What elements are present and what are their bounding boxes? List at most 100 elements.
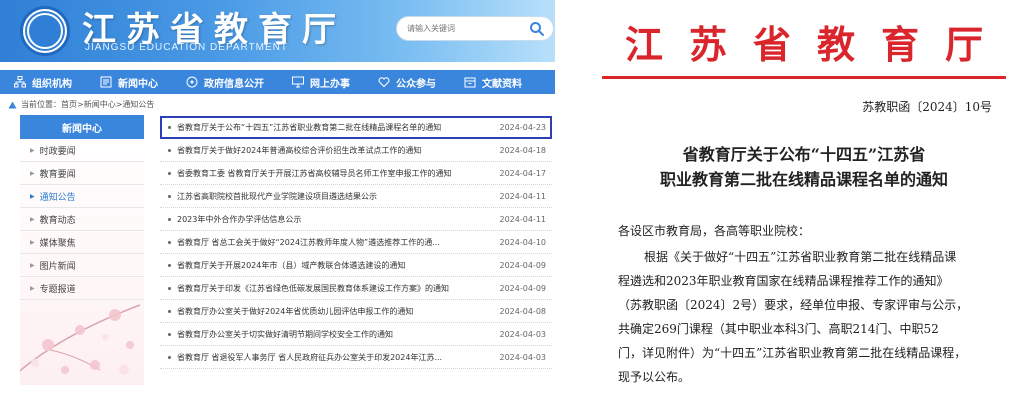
body-line: 共确定269门课程（其中职业本科3门、高职214门、中职52 (618, 322, 939, 336)
nav-label: 政府信息公开 (204, 78, 264, 90)
breadcrumb-text[interactable]: 当前位置：首页>新闻中心>通知公告 (21, 99, 154, 110)
news-title[interactable]: 省教育厅 省总工会关于做好“2024江苏教师年度人物”遴选推荐工作的通... (177, 237, 492, 248)
heading-line: 省教育厅关于公布“十四五”江苏省 (682, 145, 926, 164)
news-title[interactable]: 省教育厅关于做好2024年普通高校综合评价招生改革试点工作的通知 (177, 145, 492, 156)
list-item[interactable]: 省教育厅关于做好2024年普通高校综合评价招生改革试点工作的通知 2024-04-… (160, 139, 552, 162)
red-divider (602, 76, 1006, 79)
breadcrumb: 当前位置：首页>新闻中心>通知公告 (8, 99, 154, 110)
chevron-right-icon: ▶ (30, 215, 35, 223)
site-header: 江苏省教育厅 JIANGSU EDUCATION DEPARTMENT (0, 0, 555, 62)
sidebar-item-label: 教育要闻 (39, 169, 76, 180)
news-date: 2024-04-17 (499, 168, 547, 178)
news-date: 2024-04-03 (499, 352, 547, 362)
nav-label: 网上办事 (310, 78, 350, 90)
news-title[interactable]: 省教育厅 省退役军人事务厅 省人民政府征兵办公室关于印发2024年江苏... (177, 352, 492, 363)
list-item[interactable]: 省教育厅办公室关于切实做好清明节期间学校安全工作的通知 2024-04-03 (160, 323, 552, 346)
list-item[interactable]: 省教育厅关于印发《江苏省绿色低碳发展国民教育体系建设工作方案》的通知 2024-0… (160, 277, 552, 300)
bullet-icon (168, 240, 171, 244)
bullet-icon (168, 309, 171, 313)
nav-item-gov-info[interactable]: 政府信息公开 (172, 70, 278, 94)
news-title[interactable]: 省教育厅关于公布“十四五”江苏省职业教育第二批在线精品课程名单的通知 (177, 122, 492, 133)
website-screenshot: 江苏省教育厅 JIANGSU EDUCATION DEPARTMENT 组织机构… (0, 0, 555, 399)
logo-emblem-icon[interactable] (20, 6, 70, 56)
monitor-icon (292, 76, 304, 88)
sidebar-item-politics[interactable]: ▶ 时政要闻 (20, 139, 144, 162)
news-date: 2024-04-08 (499, 306, 547, 316)
news-date: 2024-04-11 (499, 214, 547, 224)
news-title[interactable]: 江苏省高职院校首批现代产业学院建设项目遴选结果公示 (177, 191, 492, 202)
search-box[interactable] (396, 16, 554, 41)
news-date: 2024-04-03 (499, 329, 547, 339)
news-title[interactable]: 2023年中外合作办学评估信息公示 (177, 214, 492, 225)
nav-item-news[interactable]: 新闻中心 (86, 70, 172, 94)
sidebar-item-media[interactable]: ▶ 媒体聚焦 (20, 231, 144, 254)
bullet-icon (168, 171, 171, 175)
news-title[interactable]: 省教育厅办公室关于切实做好清明节期间学校安全工作的通知 (177, 329, 492, 340)
nav-item-organization[interactable]: 组织机构 (0, 70, 86, 94)
bullet-icon (168, 148, 171, 152)
news-title[interactable]: 省委教育工委 省教育厅关于开展江苏省高校辅导员名师工作室申报工作的通知 (177, 168, 492, 179)
heart-icon (378, 77, 390, 88)
body-line: （苏教职函〔2024〕2号）要求，经单位申报、专家评审与公示， (618, 298, 969, 312)
chevron-right-icon: ▶ (30, 238, 35, 246)
sidebar-item-label: 媒体聚焦 (39, 238, 76, 249)
sidebar: 新闻中心 ▶ 时政要闻 ▶ 教育要闻 ▶ 通知公告 ▶ 教育动态 ▶ 媒体聚焦 ▶ 图片新闻… (20, 115, 144, 385)
sidebar-item-education-trends[interactable]: ▶ 教育动态 (20, 208, 144, 231)
document-salutation: 各设区市教育局，各高等职业院校： (618, 224, 811, 238)
bullet-icon (168, 194, 171, 198)
body-line: 现予以公布。 (618, 370, 691, 384)
sidebar-item-education-news[interactable]: ▶ 教育要闻 (20, 162, 144, 185)
bullet-icon (168, 217, 171, 221)
list-item[interactable]: 省教育厅关于公布“十四五”江苏省职业教育第二批在线精品课程名单的通知 2024-0… (160, 116, 552, 139)
news-title[interactable]: 省教育厅关于印发《江苏省绿色低碳发展国民教育体系建设工作方案》的通知 (177, 283, 492, 294)
sidebar-item-label: 图片新闻 (39, 261, 76, 272)
list-item[interactable]: 省教育厅 省总工会关于做好“2024江苏教师年度人物”遴选推荐工作的通... 20… (160, 231, 552, 254)
sidebar-item-label: 时政要闻 (39, 146, 76, 157)
bullet-icon (168, 355, 171, 359)
document-title: 江苏省教育厅 (624, 22, 1009, 67)
chevron-right-icon: ▶ (30, 261, 35, 269)
body-line: 程遴选和2023年职业教育国家在线精品课程推荐工作的通知》 (618, 274, 949, 288)
search-icon[interactable] (529, 21, 545, 37)
news-date: 2024-04-18 (499, 145, 547, 155)
sidebar-item-photo-news[interactable]: ▶ 图片新闻 (20, 254, 144, 277)
list-item[interactable]: 省教育厅 省退役军人事务厅 省人民政府征兵办公室关于印发2024年江苏... 20… (160, 346, 552, 369)
news-date: 2024-04-09 (499, 260, 547, 270)
nav-label: 组织机构 (32, 78, 72, 90)
archive-icon (464, 77, 476, 88)
sidebar-item-label: 通知公告 (39, 192, 76, 203)
nav-item-public-participation[interactable]: 公众参与 (364, 70, 450, 94)
chevron-right-icon: ▶ (30, 192, 35, 200)
sidebar-item-notices[interactable]: ▶ 通知公告 (20, 185, 144, 208)
site-subtitle: JIANGSU EDUCATION DEPARTMENT (85, 42, 289, 53)
home-icon (8, 101, 17, 108)
document-number: 苏教职函〔2024〕10号 (862, 100, 992, 114)
document-heading: 省教育厅关于公布“十四五”江苏省 职业教育第二批在线精品课程名单的通知 (588, 142, 1020, 192)
bullet-icon (168, 263, 171, 267)
list-item[interactable]: 江苏省高职院校首批现代产业学院建设项目遴选结果公示 2024-04-11 (160, 185, 552, 208)
news-date: 2024-04-10 (499, 237, 547, 247)
news-date: 2024-04-23 (499, 122, 547, 132)
heading-line: 职业教育第二批在线精品课程名单的通知 (659, 170, 948, 189)
nav-item-archives[interactable]: 文献资料 (450, 70, 536, 94)
info-icon (186, 76, 198, 88)
news-list: 省教育厅关于公布“十四五”江苏省职业教育第二批在线精品课程名单的通知 2024-0… (160, 116, 552, 369)
body-line: 根据《关于做好“十四五”江苏省职业教育第二批在线精品课 (644, 250, 957, 264)
document-body: 根据《关于做好“十四五”江苏省职业教育第二批在线精品课 程遴选和2023年职业教… (618, 245, 1002, 389)
news-date: 2024-04-11 (499, 191, 547, 201)
list-item[interactable]: 省委教育工委 省教育厅关于开展江苏省高校辅导员名师工作室申报工作的通知 2024-… (160, 162, 552, 185)
chevron-right-icon: ▶ (30, 146, 35, 154)
org-icon (14, 76, 26, 88)
list-item[interactable]: 省教育厅办公室关于做好2024年省优质幼儿园评估申报工作的通知 2024-04-0… (160, 300, 552, 323)
search-input[interactable] (407, 19, 517, 38)
news-title[interactable]: 省教育厅关于开展2024年市（县）域产教联合体遴选建设的通知 (177, 260, 492, 271)
news-title[interactable]: 省教育厅办公室关于做好2024年省优质幼儿园评估申报工作的通知 (177, 306, 492, 317)
nav-item-online-service[interactable]: 网上办事 (278, 70, 364, 94)
bullet-icon (168, 286, 171, 290)
list-item[interactable]: 2023年中外合作办学评估信息公示 2024-04-11 (160, 208, 552, 231)
nav-label: 公众参与 (396, 78, 436, 90)
nav-label: 新闻中心 (118, 78, 158, 90)
news-icon (100, 76, 112, 88)
official-document: 江苏省教育厅 苏教职函〔2024〕10号 省教育厅关于公布“十四五”江苏省 职业… (588, 0, 1020, 399)
list-item[interactable]: 省教育厅关于开展2024年市（县）域产教联合体遴选建设的通知 2024-04-09 (160, 254, 552, 277)
